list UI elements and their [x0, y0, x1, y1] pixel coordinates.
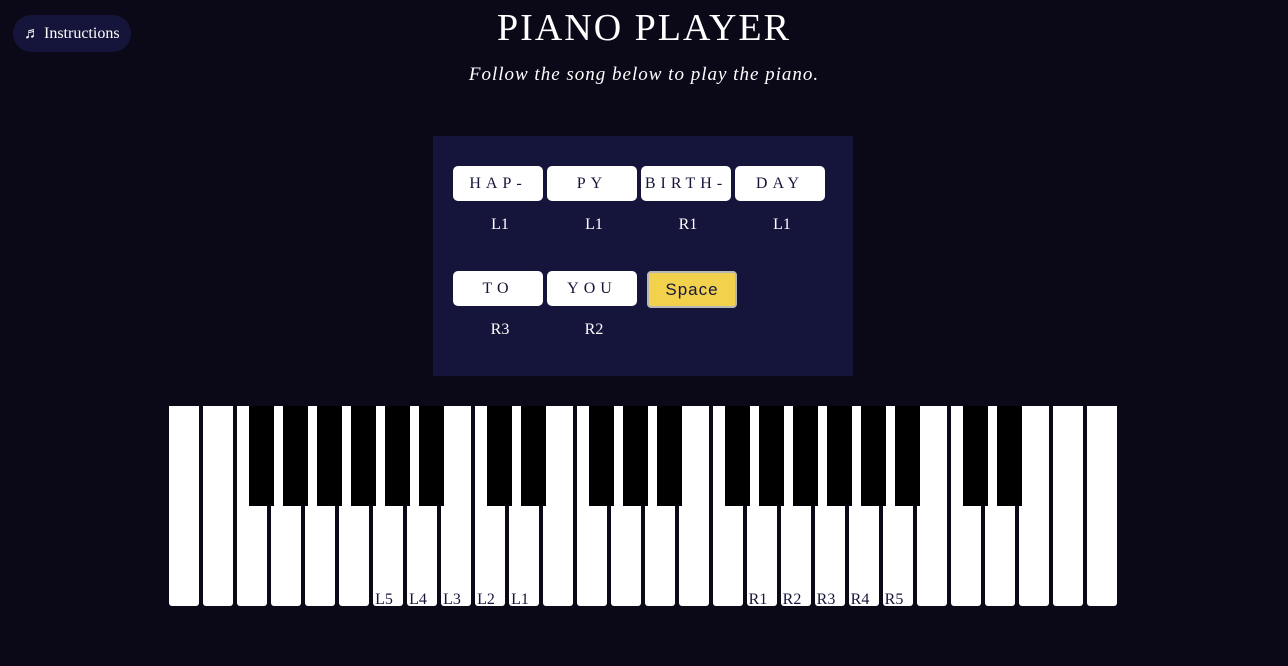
black-key[interactable]	[793, 406, 818, 506]
black-key[interactable]	[589, 406, 614, 506]
black-key[interactable]	[249, 406, 274, 506]
black-key[interactable]	[385, 406, 410, 506]
black-key[interactable]	[997, 406, 1022, 506]
song-hand-hap: L1	[491, 216, 509, 233]
black-key[interactable]	[895, 406, 920, 506]
song-hand-day: L1	[773, 216, 791, 233]
white-key[interactable]	[679, 406, 709, 606]
black-key[interactable]	[623, 406, 648, 506]
black-key[interactable]	[963, 406, 988, 506]
black-key[interactable]	[725, 406, 750, 506]
black-key[interactable]	[521, 406, 546, 506]
black-key[interactable]	[283, 406, 308, 506]
song-word-birth: BIRTH-	[641, 166, 731, 201]
song-word-you: YOU	[547, 271, 637, 306]
black-key[interactable]	[827, 406, 852, 506]
black-key[interactable]	[351, 406, 376, 506]
black-key[interactable]	[759, 406, 784, 506]
song-word-to: TO	[453, 271, 543, 306]
black-key[interactable]	[487, 406, 512, 506]
white-key[interactable]	[1053, 406, 1083, 606]
space-key-indicator[interactable]: Space	[647, 271, 737, 308]
black-key[interactable]	[657, 406, 682, 506]
white-key[interactable]	[1087, 406, 1117, 606]
white-key[interactable]	[1019, 406, 1049, 606]
song-hand-to: R3	[490, 321, 510, 338]
song-word-py: PY	[547, 166, 637, 201]
white-key[interactable]	[441, 406, 471, 606]
song-hand-birth: R1	[678, 216, 698, 233]
song-word-hap: HAP-	[453, 166, 543, 201]
song-word-day: DAY	[735, 166, 825, 201]
page-subtitle: Follow the song below to play the piano.	[468, 64, 820, 85]
white-key[interactable]	[169, 406, 199, 606]
black-key[interactable]	[861, 406, 886, 506]
song-hand-py: L1	[585, 216, 603, 233]
black-key[interactable]	[317, 406, 342, 506]
white-key[interactable]	[917, 406, 947, 606]
white-key[interactable]	[203, 406, 233, 606]
black-key[interactable]	[419, 406, 444, 506]
page-title: PIANO PLAYER	[497, 7, 791, 49]
song-panel: HAP- PY BIRTH- DAY L1 L1 R1 L1 TO YOU Sp…	[433, 136, 853, 376]
song-hand-you: R2	[584, 321, 604, 338]
white-key[interactable]	[543, 406, 573, 606]
